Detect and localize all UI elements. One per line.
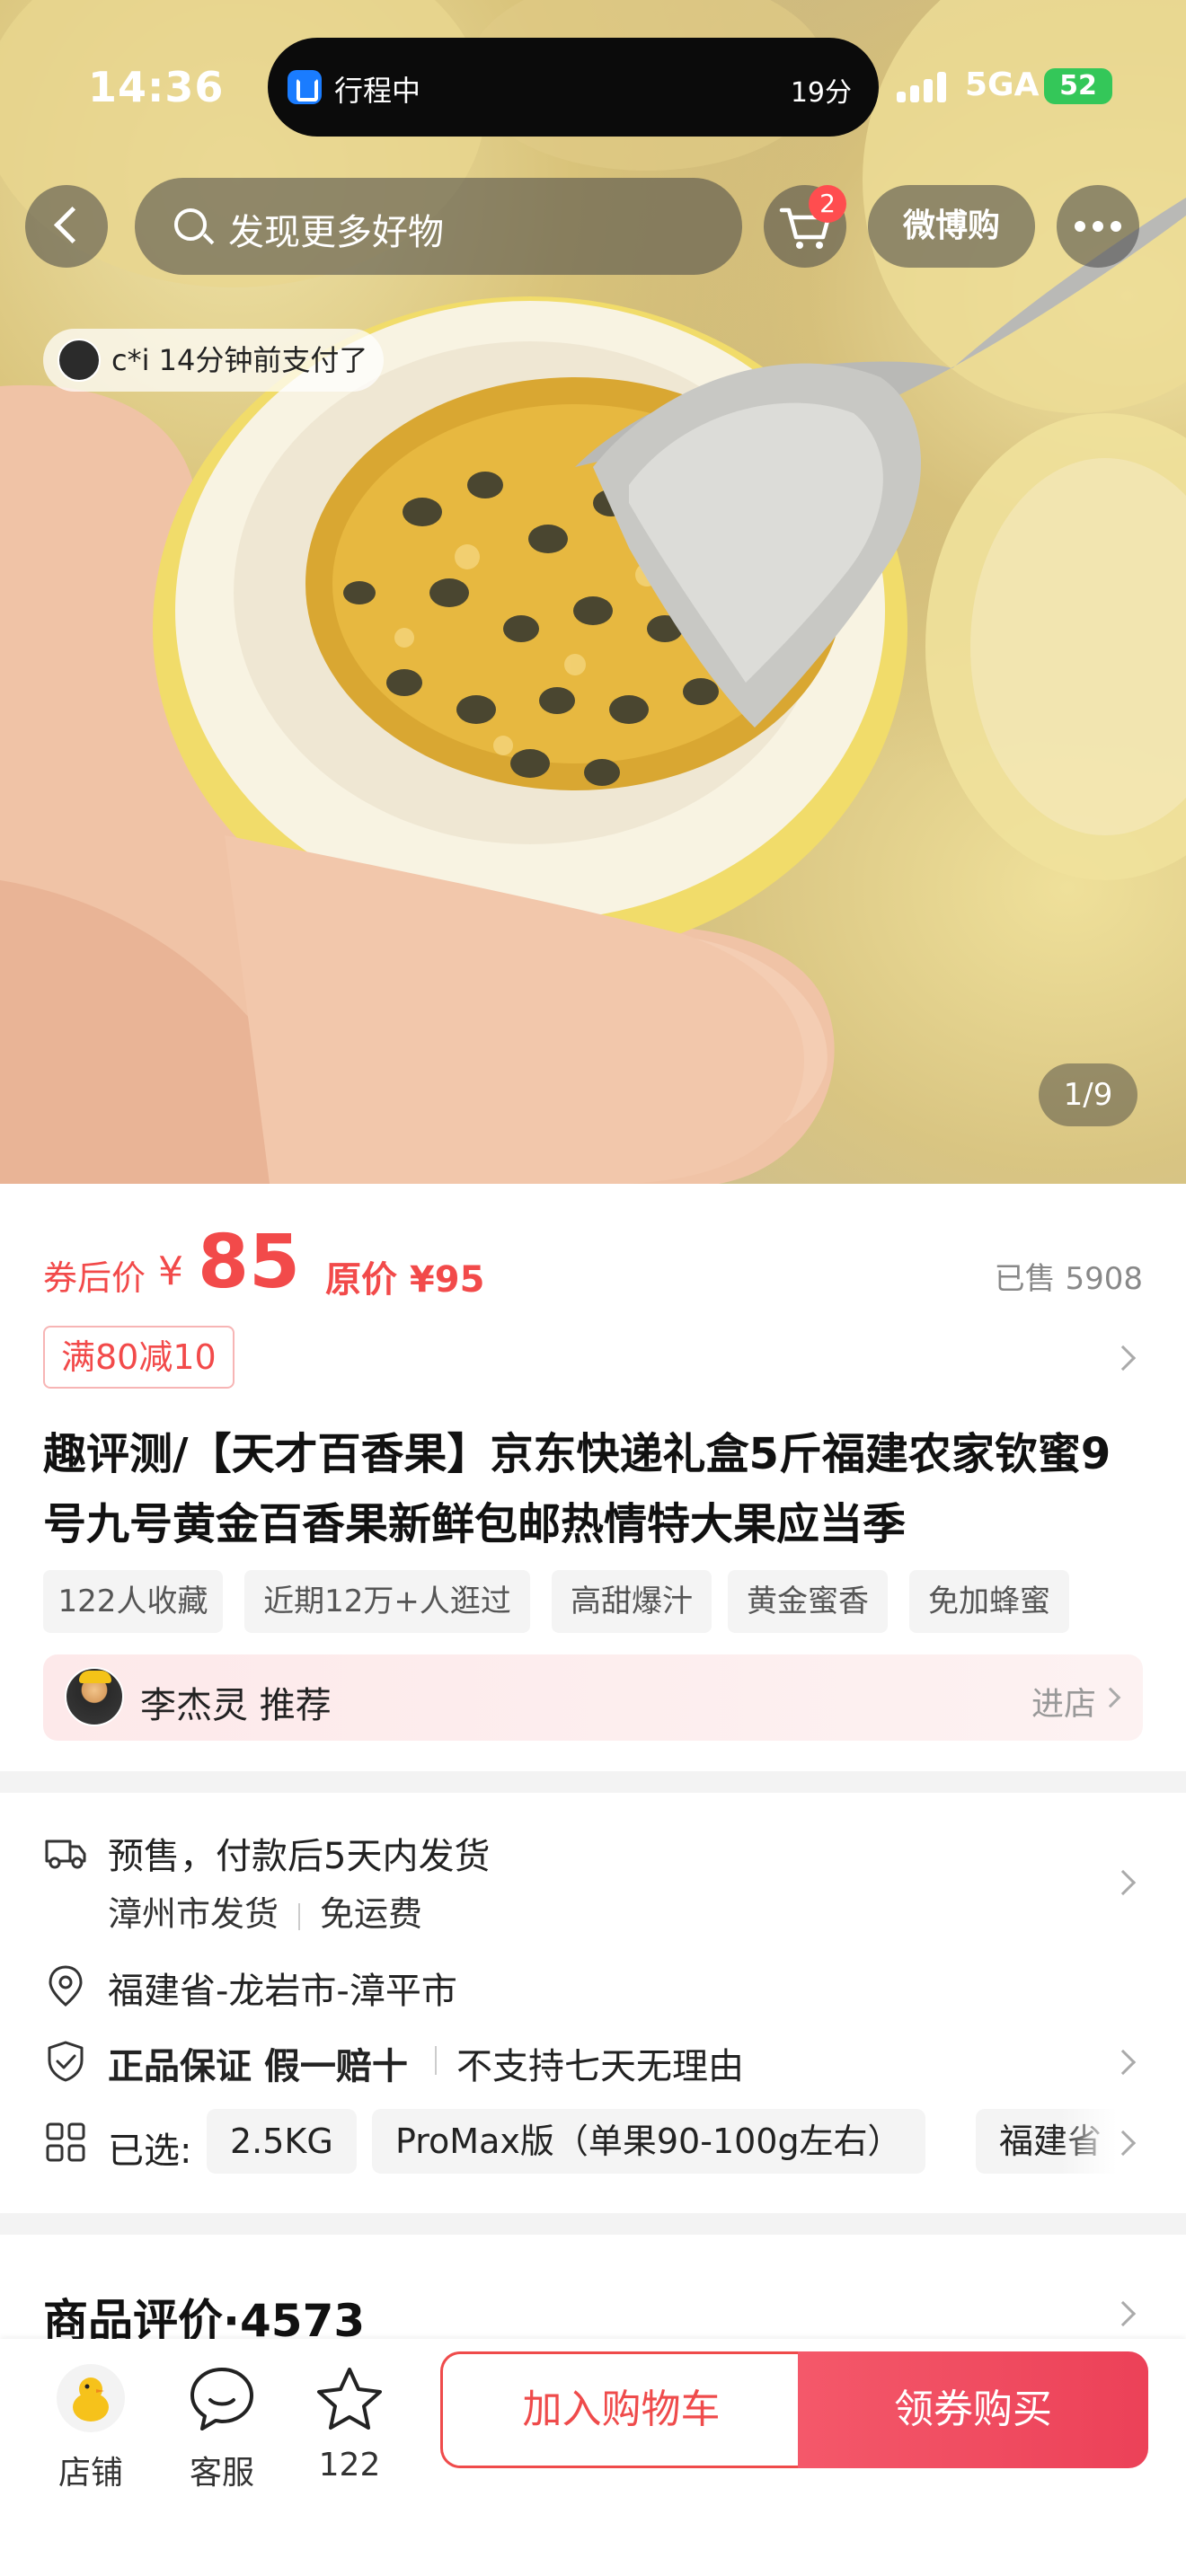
shield-check-icon [48, 2041, 84, 2082]
product-image-carousel[interactable]: 14:36 行程中 19分 5GA 52 发现更多好物 2 微博购 c*i 14… [0, 0, 1186, 1184]
top-navigation: 发现更多好物 2 微博购 [0, 178, 1186, 277]
section-divider [0, 2213, 1186, 2235]
spec-chip[interactable]: ProMax版（单果90-100g左右） [372, 2109, 925, 2174]
tag-item: 免加蜂蜜 [909, 1570, 1069, 1633]
star-icon [317, 2368, 382, 2430]
grid-icon [46, 2122, 85, 2162]
return-policy: 不支持七天无理由 [456, 2046, 744, 2087]
shop-label: 店铺 [58, 2455, 123, 2492]
section-divider [0, 1771, 1186, 1793]
network-type: 5GA [965, 66, 1040, 103]
favorite-count: 122 [318, 2447, 381, 2483]
shipping-origin: 漳州市发货 [108, 1894, 279, 1934]
recommender-avatar [65, 1667, 124, 1726]
buy-with-coupon-button[interactable]: 领券购买 [798, 2351, 1148, 2468]
chat-bubble-icon [190, 2368, 253, 2430]
delivery-truck-icon [45, 1839, 86, 1869]
shop-button[interactable]: 店铺 [41, 2357, 140, 2501]
sold-count: 已售 5908 [994, 1261, 1143, 1297]
add-to-cart-button[interactable]: 加入购物车 [440, 2351, 800, 2468]
chevron-right-icon [1100, 1687, 1121, 1708]
shipping-fee: 免运费 [320, 1894, 423, 1934]
product-title: 趣评测/【天才百香果】京东快递礼盒5斤福建农家钦蜜9号九号黄金百香果新鲜包邮热情… [43, 1429, 1111, 1549]
search-icon [174, 208, 207, 241]
status-bar: 14:36 行程中 19分 5GA 52 [0, 0, 1186, 171]
search-input[interactable]: 发现更多好物 [135, 178, 742, 275]
product-tags: 122人收藏 近期12万+人逛过 高甜爆汁 黄金蜜香 免加蜂蜜 [43, 1570, 1157, 1633]
status-time: 14:36 [88, 63, 225, 111]
favorite-button[interactable]: 122 [300, 2357, 399, 2501]
buyer-avatar [58, 339, 101, 382]
shop-icon [57, 2364, 125, 2432]
recommender-bar[interactable]: 李杰灵 推荐 进店 [43, 1654, 1143, 1741]
trip-activity-time: 19分 [790, 77, 852, 109]
selected-spec-label: 已选: [108, 2130, 192, 2172]
search-placeholder: 发现更多好物 [228, 212, 444, 253]
shipping-details: 漳州市发货 免运费 [108, 1886, 422, 1936]
price-section: 券后价 ¥ 85 原价 ¥95 已售 5908 [43, 1213, 1143, 1311]
cart-count-badge: 2 [809, 185, 846, 223]
chevron-right-icon[interactable] [1110, 1345, 1137, 1372]
enter-shop-link[interactable]: 进店 [1031, 1678, 1096, 1725]
authenticity-guarantee: 正品保证 假一赔十 [108, 2046, 408, 2087]
original-price: 原价 ¥95 [325, 1259, 485, 1301]
bottom-action-bar: 店铺 客服 122 加入购物车 领券购买 [0, 2339, 1186, 2576]
dynamic-island[interactable]: 行程中 19分 [268, 38, 879, 137]
back-button[interactable] [25, 185, 108, 268]
more-button[interactable] [1057, 185, 1139, 268]
chevron-right-icon[interactable] [1110, 1869, 1137, 1896]
delivery-address[interactable]: 福建省-龙岩市-漳平市 [108, 1962, 457, 2014]
location-pin-icon [49, 1965, 83, 2007]
trip-app-icon [288, 70, 322, 104]
weibo-buy-button[interactable]: 微博购 [868, 185, 1035, 268]
battery-icon: 52 [1044, 68, 1112, 104]
recent-purchase-text: c*i 14分钟前支付了 [111, 343, 368, 377]
tag-item: 高甜爆汁 [552, 1570, 712, 1633]
customer-service-button[interactable]: 客服 [173, 2357, 271, 2501]
separator [435, 2046, 437, 2075]
shipping-info: 预售，付款后5天内发货 [108, 1836, 491, 1877]
tag-item: 122人收藏 [43, 1570, 223, 1633]
chevron-right-icon[interactable] [1110, 2049, 1137, 2076]
image-page-indicator: 1/9 [1039, 1063, 1137, 1126]
signal-icon [897, 72, 947, 102]
more-dots-icon [1075, 221, 1085, 232]
tag-item: 黄金蜜香 [728, 1570, 888, 1633]
recommender-name: 李杰灵 推荐 [140, 1685, 332, 1726]
recent-purchase-notice: c*i 14分钟前支付了 [43, 329, 385, 392]
spec-chip[interactable]: 2.5KG [207, 2109, 357, 2174]
current-price: 85 [198, 1220, 301, 1305]
currency-symbol: ¥ [158, 1248, 183, 1294]
customer-service-label: 客服 [189, 2455, 254, 2492]
tag-item: 近期12万+人逛过 [244, 1570, 530, 1633]
trip-activity-label: 行程中 [334, 74, 421, 108]
coupon-price-label: 券后价 [43, 1258, 146, 1298]
promo-badge[interactable]: 满80减10 [43, 1326, 235, 1389]
chevron-right-icon[interactable] [1110, 2300, 1137, 2327]
